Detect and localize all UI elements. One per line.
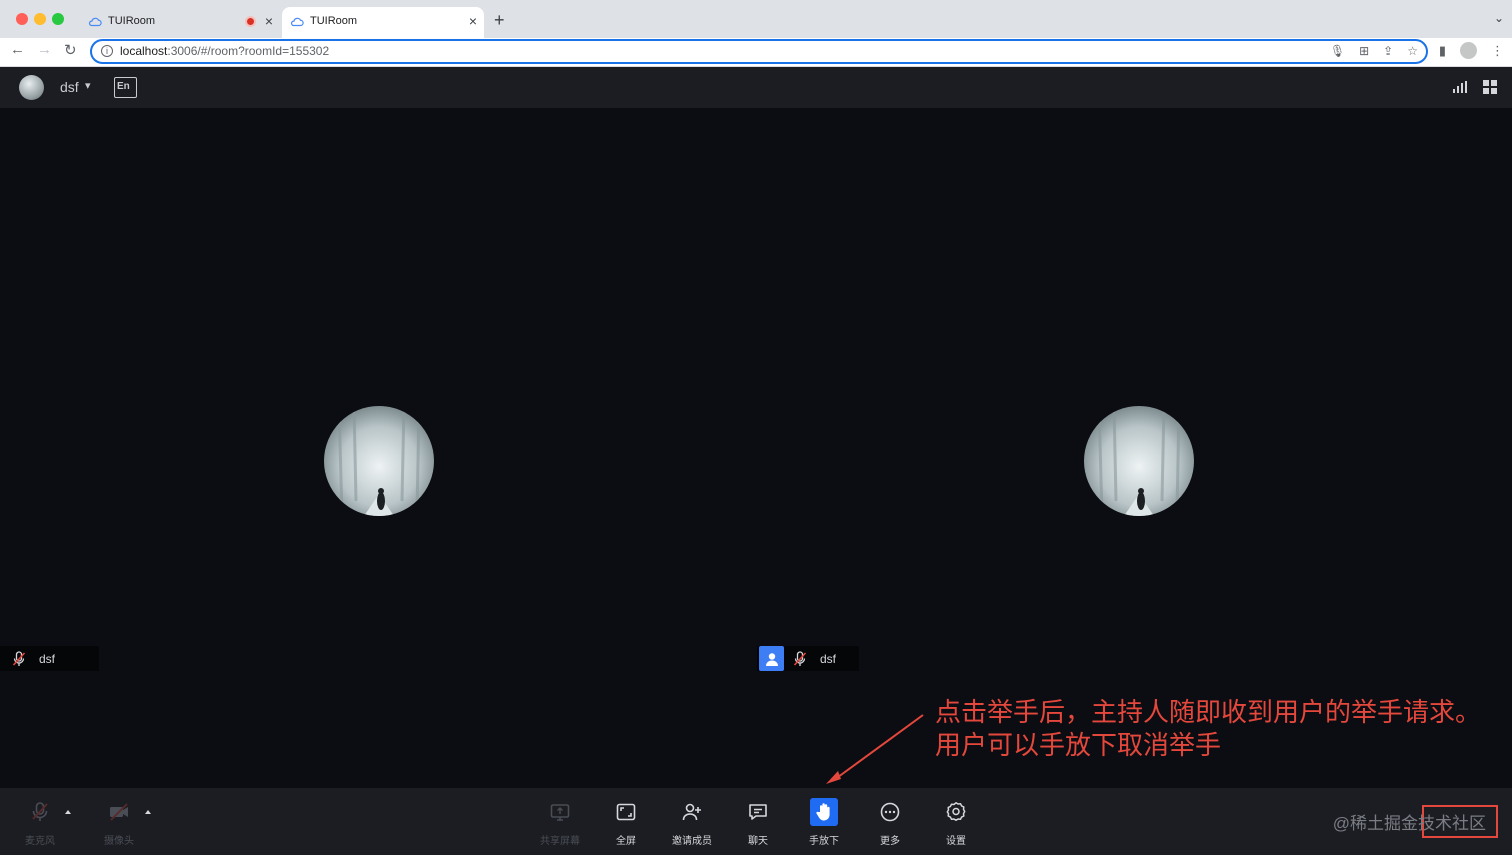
layout-icon[interactable]	[1483, 80, 1497, 94]
forest-avatar-image	[324, 406, 434, 516]
mic-off-icon	[32, 802, 48, 821]
chevron-up-icon[interactable]	[145, 810, 151, 814]
control-bar: 麦克风 摄像头 共享屏幕 全屏 邀请成员 聊天 手放下 更多 设置 @稀土掘金技…	[0, 788, 1512, 855]
network-signal-icon	[1453, 81, 1467, 93]
hand-icon	[816, 803, 830, 821]
participant-avatar	[1084, 406, 1194, 516]
forest-avatar-image	[1084, 406, 1194, 516]
share-icon[interactable]: ⇪	[1383, 44, 1393, 58]
share-label: 共享屏幕	[540, 836, 580, 847]
user-icon	[759, 646, 784, 671]
fullscreen-button[interactable]: 全屏	[596, 788, 656, 855]
chevron-up-icon[interactable]	[65, 810, 71, 814]
info-icon[interactable]: i	[101, 45, 113, 57]
tab-title: TUIRoom	[108, 15, 156, 27]
fullscreen-icon	[616, 803, 636, 821]
participant-avatar	[324, 406, 434, 516]
participant-name-tag: dsf	[757, 646, 859, 671]
translate-icon[interactable]: ⊞	[1359, 44, 1369, 58]
chat-icon	[749, 804, 767, 820]
cloud-icon	[88, 17, 102, 27]
browser-tab-active[interactable]: TUIRoom ×	[282, 7, 484, 38]
mic-label: 麦克风	[25, 836, 55, 847]
watermark-text: @稀土掘金技术社区	[1332, 814, 1486, 833]
profile-avatar[interactable]	[1460, 42, 1477, 59]
close-icon[interactable]: ×	[469, 13, 477, 29]
invite-label: 邀请成员	[672, 836, 712, 847]
participant-name: dsf	[820, 651, 837, 666]
cloud-icon	[290, 17, 304, 27]
annotation-line: 点击举手后，主持人随即收到用户的举手请求。	[935, 697, 1482, 727]
settings-button[interactable]: 设置	[926, 788, 986, 855]
mic-off-icon	[12, 650, 26, 666]
tab-search-icon[interactable]: ⌄	[1494, 11, 1504, 25]
annotation-text: 点击举手后，主持人随即收到用户的举手请求。 用户可以手放下取消举手	[935, 696, 1481, 762]
chat-label: 聊天	[748, 836, 768, 847]
window-close-button[interactable]	[16, 13, 28, 25]
tab-title: TUIRoom	[310, 15, 358, 27]
participant-name: dsf	[39, 651, 56, 666]
chat-button[interactable]: 聊天	[728, 788, 788, 855]
microphone-icon[interactable]: 🎙	[1330, 44, 1345, 58]
window-minimize-button[interactable]	[34, 13, 46, 25]
fullscreen-label: 全屏	[616, 836, 636, 847]
mic-off-icon	[793, 650, 807, 666]
hand-label: 手放下	[809, 836, 839, 847]
add-user-icon	[682, 803, 701, 821]
star-icon[interactable]: ☆	[1407, 44, 1418, 58]
browser-tab-bar: TUIRoom × TUIRoom × + ⌄	[0, 0, 1512, 38]
more-label: 更多	[880, 836, 900, 847]
video-stage: dsf dsf 点击举手后，主持人随即收到用户的举手请求。 用户可以手放下取消举…	[0, 108, 1512, 788]
camera-off-icon	[110, 803, 128, 821]
screen-share-icon	[550, 804, 570, 821]
camera-button[interactable]: 摄像头	[89, 788, 149, 855]
chevron-down-icon[interactable]: ▾	[85, 79, 91, 92]
url-text: localhost:3006/#/room?roomId=155302	[120, 44, 330, 58]
more-button[interactable]: 更多	[860, 788, 920, 855]
camera-label: 摄像头	[104, 836, 134, 847]
browser-toolbar: ← → ↻ i localhost:3006/#/room?roomId=155…	[0, 38, 1512, 67]
browser-tab[interactable]: TUIRoom ×	[80, 7, 280, 38]
share-screen-button[interactable]: 共享屏幕	[530, 788, 590, 855]
new-tab-button[interactable]: +	[494, 10, 505, 31]
invite-members-button[interactable]: 邀请成员	[662, 788, 722, 855]
address-bar[interactable]: i localhost:3006/#/room?roomId=155302 🎙 …	[90, 39, 1428, 64]
side-panel-icon[interactable]: ▮	[1439, 43, 1446, 59]
close-icon[interactable]: ×	[265, 13, 273, 29]
user-name[interactable]: dsf	[60, 79, 79, 95]
settings-label: 设置	[946, 836, 966, 847]
menu-icon[interactable]: ⋮	[1491, 43, 1504, 59]
back-arrow-icon[interactable]: ←	[10, 41, 25, 58]
forward-arrow-icon[interactable]: →	[37, 41, 52, 58]
more-icon	[880, 802, 900, 822]
language-switch-button[interactable]: En	[114, 77, 137, 98]
window-maximize-button[interactable]	[52, 13, 64, 25]
participant-name-tag: dsf	[0, 646, 99, 671]
recording-icon	[245, 16, 256, 27]
annotation-line: 用户可以手放下取消举手	[935, 730, 1222, 760]
lower-hand-button[interactable]: 手放下	[794, 788, 854, 855]
mic-button[interactable]: 麦克风	[10, 788, 70, 855]
avatar[interactable]	[19, 75, 44, 100]
reload-icon[interactable]: ↻	[64, 41, 77, 59]
app-header: dsf ▾ En	[0, 67, 1512, 108]
annotation-arrow-icon	[826, 714, 924, 784]
gear-icon	[946, 802, 966, 821]
